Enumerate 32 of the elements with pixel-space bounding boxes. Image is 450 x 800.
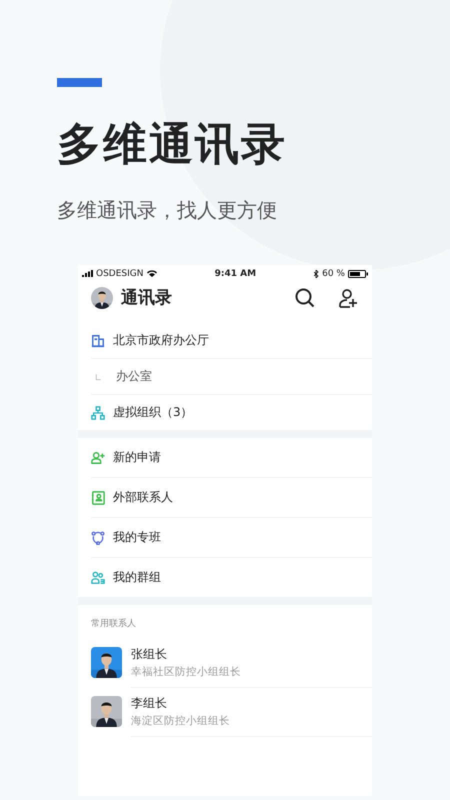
group-icon [91,570,105,584]
contact-name[interactable]: 李组长 [131,694,372,712]
org-item[interactable]: 北京市政府办公厅 [91,323,372,359]
section-title: 常用联系人 [91,618,137,631]
menu-item[interactable]: 外部联系人 [91,478,372,518]
signal-icon [82,270,93,277]
status-time: 9:41 AM [214,268,256,278]
contact-role: 海淀区防控小组组长 [131,714,231,728]
battery-percent: 60 % [322,268,345,278]
accent-bar [57,78,102,87]
wifi-icon [146,270,156,277]
contact-role: 幸福社区防控小组组长 [131,664,242,678]
connected-nodes-icon [91,530,105,544]
org-chart-icon [91,406,105,420]
menu-item[interactable]: 我的群组 [91,558,372,597]
page-title: 通讯录 [121,287,173,309]
hero-subtitle: 多维通讯录，找人更方便 [57,197,278,224]
org-item[interactable]: 虚拟组织（3） [91,395,372,430]
menu-item[interactable]: 我的专班 [91,518,372,558]
contact-name[interactable]: 张组长 [131,646,372,662]
menu-item[interactable]: 新的申请 [91,438,372,478]
contact-book-icon [91,490,105,504]
add-contact-button[interactable] [338,286,360,308]
add-person-icon [91,450,105,464]
avatar[interactable] [91,286,113,308]
battery-icon [348,270,368,278]
carrier-name: OSDESIGN [96,268,144,278]
org-item[interactable]: 办公室 [91,359,372,395]
search-button[interactable] [294,286,316,308]
building-icon [91,334,105,348]
hero-title: 多维通讯录 [57,118,288,172]
bluetooth-icon [314,270,320,278]
